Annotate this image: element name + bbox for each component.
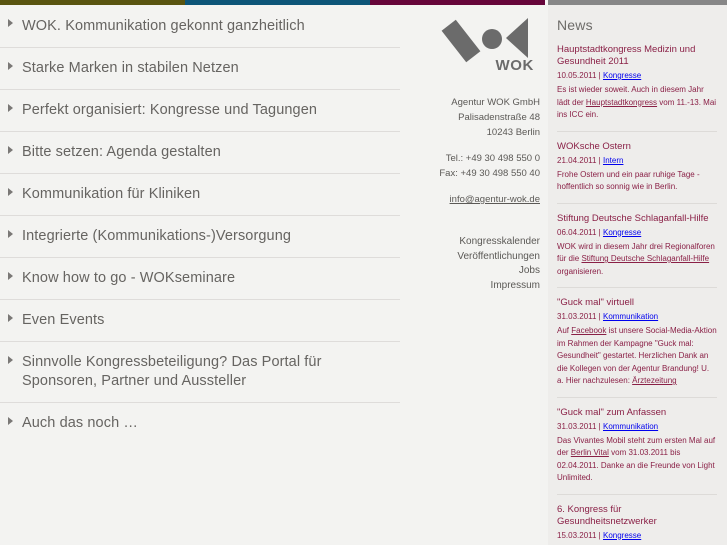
nav-item-3[interactable]: Bitte setzen: Agenda gestalten	[0, 132, 400, 174]
chevron-right-icon	[8, 188, 13, 196]
nav-item-1[interactable]: Starke Marken in stabilen Netzen	[0, 48, 400, 90]
chevron-right-icon	[8, 104, 13, 112]
chevron-right-icon	[8, 356, 13, 364]
secondary-link-3[interactable]: Impressum	[412, 279, 540, 294]
nav-item-label: WOK. Kommunikation gekonnt ganzheitlich	[22, 18, 305, 34]
news-date: 21.04.2011	[557, 155, 597, 165]
news-body: Frohe Ostern und ein paar ruhige Tage - …	[557, 169, 717, 194]
nav-item-label: Bitte setzen: Agenda gestalten	[22, 144, 221, 160]
logo-triangle-shape	[506, 18, 528, 58]
company-name: Agentur WOK GmbH	[451, 97, 540, 108]
news-column: News Hauptstadtkongress Medizin und Gesu…	[548, 5, 727, 545]
news-date: 31.03.2011	[557, 421, 597, 431]
nav-item-4[interactable]: Kommunikation für Kliniken	[0, 174, 400, 216]
chevron-right-icon	[8, 314, 13, 322]
nav-item-9[interactable]: Auch das noch …	[0, 403, 400, 444]
nav-item-label: Integrierte (Kommunikations-)Versorgung	[22, 228, 292, 244]
news-category-link[interactable]: Kongresse	[603, 531, 641, 540]
nav-item-7[interactable]: Even Events	[0, 300, 400, 342]
main-navigation: WOK. Kommunikation gekonnt ganzheitlich S…	[0, 5, 412, 545]
news-item: "Guck mal" zum Anfassen 31.03.2011 | Komm…	[557, 407, 717, 495]
phone-block: Tel.: +49 30 498 550 0 Fax: +49 30 498 5…	[412, 151, 540, 181]
news-body-link[interactable]: Ärztezeitung	[632, 376, 676, 385]
news-body-text: Auf	[557, 326, 572, 335]
nav-item-label: Perfekt organisiert: Kongresse und Tagun…	[22, 102, 318, 118]
chevron-right-icon	[8, 272, 13, 280]
news-category-link[interactable]: Intern	[603, 156, 623, 165]
news-list: Hauptstadtkongress Medizin und Gesundhei…	[557, 44, 717, 545]
news-date: 06.04.2011	[557, 227, 597, 237]
news-category-link[interactable]: Kongresse	[603, 228, 641, 237]
news-item: WOKsche Ostern 21.04.2011 | Intern Frohe O…	[557, 141, 717, 204]
nav-item-label: Starke Marken in stabilen Netzen	[22, 60, 239, 76]
news-meta: 31.03.2011 | Kommunikation	[557, 311, 717, 323]
news-date: 15.03.2011	[557, 530, 597, 540]
nav-item-2[interactable]: Perfekt organisiert: Kongresse und Tagun…	[0, 90, 400, 132]
news-category-link[interactable]: Kommunikation	[603, 312, 658, 321]
nav-item-0[interactable]: WOK. Kommunikation gekonnt ganzheitlich	[0, 5, 400, 48]
news-body-link[interactable]: Facebook	[571, 326, 606, 335]
nav-item-8[interactable]: Sinnvolle Kongressbeteiligung? Das Porta…	[0, 342, 400, 403]
telephone-number: Tel.: +49 30 498 550 0	[445, 153, 540, 164]
news-headline[interactable]: 6. Kongress für Gesundheitsnetzwerker	[557, 504, 717, 528]
news-heading: News	[557, 17, 593, 33]
street-address: Palisadenstraße 48	[458, 112, 540, 123]
news-category-link[interactable]: Kongresse	[603, 71, 641, 80]
news-body: Das Vivantes Mobil steht zum ersten Mal …	[557, 435, 717, 485]
nav-item-label: Know how to go - WOKseminare	[22, 270, 236, 286]
news-body-text: organisieren.	[557, 266, 604, 276]
news-body-link[interactable]: Stiftung Deutsche Schlaganfall-Hilfe	[581, 254, 709, 263]
email-link[interactable]: info@agentur-wok.de	[450, 194, 540, 205]
news-body-text: Frohe Ostern und ein paar ruhige Tage - …	[557, 169, 700, 192]
wok-logo-icon: WOK	[441, 17, 534, 74]
news-meta: 31.03.2011 | Kommunikation	[557, 421, 717, 433]
news-item: Stiftung Deutsche Schlaganfall-Hilfe 06.0…	[557, 213, 717, 288]
news-date: 10.05.2011	[557, 71, 597, 80]
news-category-link[interactable]: Kommunikation	[603, 422, 658, 431]
chevron-right-icon	[8, 62, 13, 70]
nav-item-label: Sinnvolle Kongressbeteiligung? Das Porta…	[22, 354, 322, 389]
news-body: Auf Facebook ist unsere Social-Media-Akt…	[557, 325, 717, 388]
nav-item-label: Auch das noch …	[22, 415, 138, 431]
chevron-right-icon	[8, 19, 13, 27]
news-body: Es ist wieder soweit. Auch in diesem Jah…	[557, 84, 717, 122]
news-item: Hauptstadtkongress Medizin und Gesundhei…	[557, 44, 717, 132]
secondary-link-0[interactable]: Kongresskalender	[412, 235, 540, 250]
postal-address: Agentur WOK GmbH Palisadenstraße 48 1024…	[412, 95, 540, 140]
news-item: 6. Kongress für Gesundheitsnetzwerker 15.…	[557, 504, 717, 545]
nav-item-6[interactable]: Know how to go - WOKseminare	[0, 258, 400, 300]
fax-number: Fax: +49 30 498 550 40	[439, 168, 540, 179]
city-address: 10243 Berlin	[486, 127, 540, 138]
chevron-right-icon	[8, 146, 13, 154]
news-meta: 06.04.2011 | Kongresse	[557, 227, 717, 239]
news-headline[interactable]: "Guck mal" virtuell	[557, 297, 717, 309]
news-headline[interactable]: "Guck mal" zum Anfassen	[557, 407, 717, 419]
news-meta: 10.05.2011 | Kongresse	[557, 70, 717, 82]
news-headline[interactable]: Hauptstadtkongress Medizin und Gesundhei…	[557, 44, 717, 68]
news-body-link[interactable]: Hauptstadtkongress	[586, 98, 657, 107]
secondary-link-2[interactable]: Jobs	[412, 264, 540, 279]
secondary-link-1[interactable]: Veröffentlichungen	[412, 250, 540, 265]
email-block: info@agentur-wok.de	[412, 192, 540, 207]
logo-bar-shape	[441, 19, 481, 63]
news-headline[interactable]: Stiftung Deutsche Schlaganfall-Hilfe	[557, 213, 717, 225]
news-body-link[interactable]: Berlin Vital	[571, 448, 609, 457]
news-meta: 15.03.2011 | Kongresse	[557, 530, 717, 542]
chevron-right-icon	[8, 230, 13, 238]
chevron-right-icon	[8, 417, 13, 425]
contact-block: Agentur WOK GmbH Palisadenstraße 48 1024…	[412, 95, 540, 207]
brand-contact-column: WOK Agentur WOK GmbH Palisadenstraße 48 …	[412, 5, 548, 545]
news-headline[interactable]: WOKsche Ostern	[557, 141, 717, 153]
page-root: WOK. Kommunikation gekonnt ganzheitlich S…	[0, 0, 727, 545]
nav-item-label: Even Events	[22, 312, 105, 328]
nav-item-5[interactable]: Integrierte (Kommunikations-)Versorgung	[0, 216, 400, 258]
news-item: "Guck mal" virtuell 31.03.2011 | Kommunik…	[557, 297, 717, 398]
nav-item-label: Kommunikation für Kliniken	[22, 186, 201, 202]
secondary-links: Kongresskalender Veröffentlichungen Jobs Im…	[412, 235, 540, 293]
logo-wordmark: WOK	[495, 57, 534, 74]
news-date: 31.03.2011	[557, 312, 597, 321]
logo-circle-shape	[482, 29, 502, 49]
news-body: WOK wird in diesem Jahr drei Regionalfor…	[557, 241, 717, 279]
news-meta: 21.04.2011 | Intern	[557, 155, 717, 167]
